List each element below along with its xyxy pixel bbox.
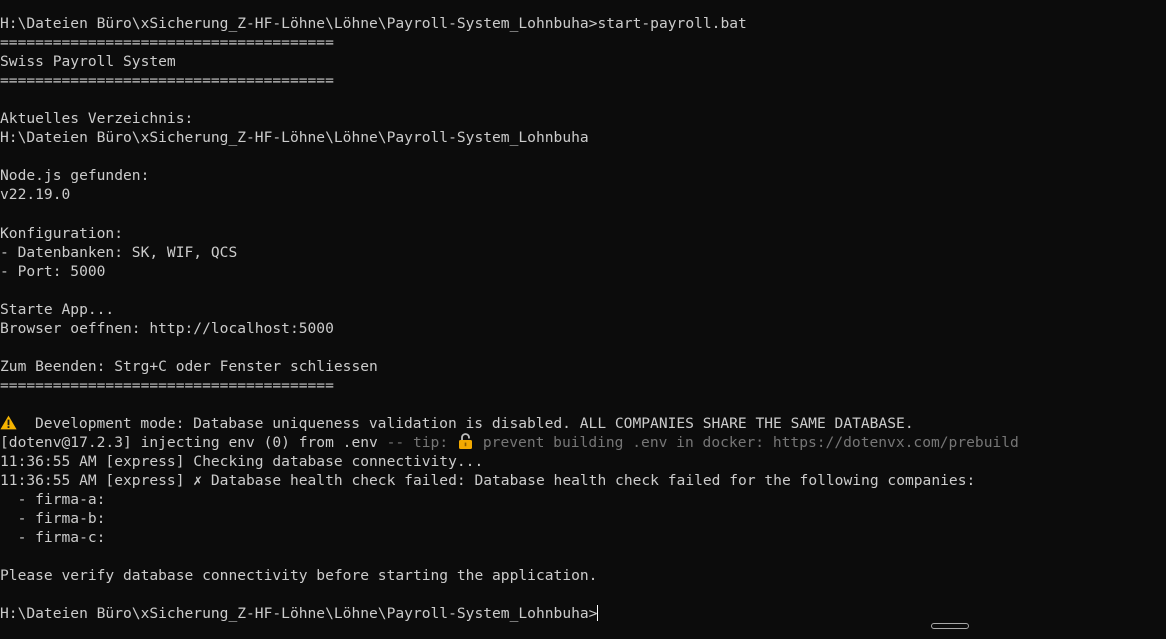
command-line: H:\Dateien Büro\xSicherung_Z-HF-Löhne\Lö… <box>0 15 747 32</box>
dotenv-tip-prefix: -- tip: <box>377 434 457 452</box>
dev-mode-warning-text: Development mode: Database uniqueness va… <box>35 414 914 432</box>
separator-line: ====================================== <box>0 376 334 394</box>
failed-company-item: - firma-b: <box>0 510 106 528</box>
prompt-text: H:\Dateien Büro\xSicherung_Z-HF-Löhne\Lö… <box>0 605 598 623</box>
config-port: - Port: 5000 <box>0 262 106 280</box>
current-dir-path: H:\Dateien Büro\xSicherung_Z-HF-Löhne\Lö… <box>0 129 589 147</box>
config-label: Konfiguration: <box>0 224 124 242</box>
exit-hint-line: Zum Beenden: Strg+C oder Fenster schlies… <box>0 357 378 375</box>
lock-icon <box>457 433 474 450</box>
db-health-failed-line: 11:36:55 AM [express] ✗ Database health … <box>0 472 976 490</box>
config-databases: - Datenbanken: SK, WIF, QCS <box>0 243 238 261</box>
current-dir-label: Aktuelles Verzeichnis: <box>0 110 194 128</box>
scroll-indicator[interactable] <box>931 623 969 629</box>
dotenv-tip-text: prevent building .env in docker: https:/… <box>482 434 1019 452</box>
failed-company-item: - firma-c: <box>0 529 106 547</box>
failed-company-item: - firma-a: <box>0 491 106 509</box>
start-app-line: Starte App... <box>0 300 115 318</box>
browser-open-line: Browser oeffnen: http://localhost:5000 <box>0 319 334 337</box>
node-found-label: Node.js gefunden: <box>0 167 150 185</box>
node-version: v22.19.0 <box>0 186 71 204</box>
prompt-line[interactable]: H:\Dateien Büro\xSicherung_Z-HF-Löhne\Lö… <box>0 604 1166 623</box>
separator-line: ====================================== <box>0 34 334 52</box>
dotenv-main-text: [dotenv@17.2.3] injecting env (0) from .… <box>0 434 378 452</box>
text-cursor <box>597 605 599 622</box>
verify-connectivity-line: Please verify database connectivity befo… <box>0 567 598 585</box>
dotenv-line: [dotenv@17.2.3] injecting env (0) from .… <box>0 433 1166 452</box>
db-check-line: 11:36:55 AM [express] Checking database … <box>0 453 484 471</box>
separator-line: ====================================== <box>0 72 334 90</box>
warning-icon <box>0 415 17 430</box>
dev-mode-warning-line: Development mode: Database uniqueness va… <box>0 414 1166 433</box>
system-title: Swiss Payroll System <box>0 53 176 71</box>
terminal-output[interactable]: H:\Dateien Büro\xSicherung_Z-HF-Löhne\Lö… <box>0 14 1166 634</box>
